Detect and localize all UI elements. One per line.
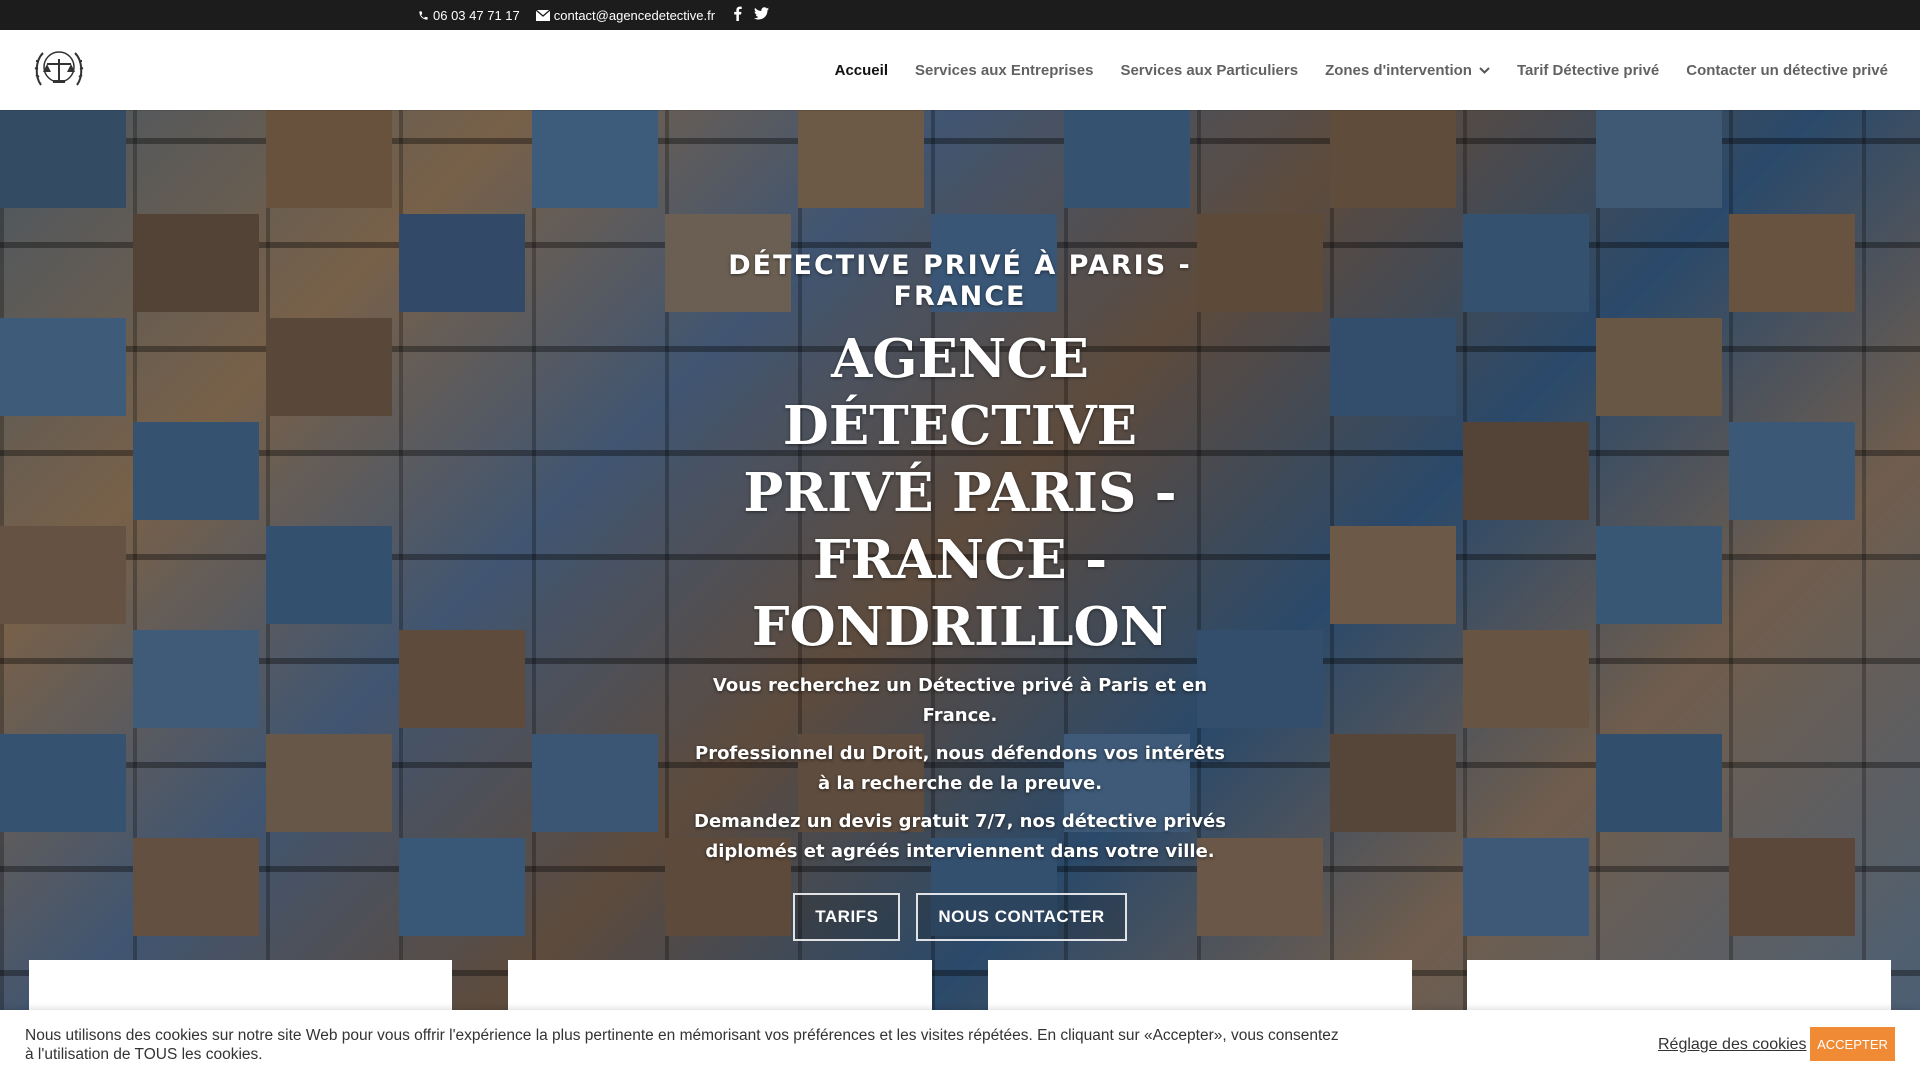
phone-number: 06 03 47 71 17 <box>433 7 520 23</box>
cookie-settings-link[interactable]: Réglage des cookies <box>1658 1036 1807 1054</box>
nav-item-services-entreprises[interactable]: Services aux Entreprises <box>915 62 1093 79</box>
nav-item-zones[interactable]: Zones d'intervention <box>1325 62 1490 79</box>
site-header: Accueil Services aux Entreprises Service… <box>0 30 1920 110</box>
twitter-icon <box>754 7 770 20</box>
hero-subtitle: DÉTECTIVE PRIVÉ À PARIS - FRANCE <box>728 250 1192 312</box>
facebook-link[interactable] <box>733 6 742 24</box>
phone-link[interactable]: 06 03 47 71 17 <box>418 8 520 23</box>
twitter-link[interactable] <box>754 7 770 23</box>
hero-content: DÉTECTIVE PRIVÉ À PARIS - FRANCE AGENCE … <box>690 250 1230 941</box>
hero-description: Vous recherchez un Détective privé à Par… <box>690 671 1230 867</box>
envelope-icon <box>535 9 550 21</box>
nav-item-tarif[interactable]: Tarif Détective privé <box>1517 62 1659 79</box>
site-logo[interactable] <box>33 47 85 93</box>
nav-item-zones-label: Zones d'intervention <box>1325 61 1472 79</box>
scales-of-justice-icon <box>34 51 84 86</box>
cookie-consent-bar: Nous utilisons des cookies sur notre sit… <box>0 1010 1920 1080</box>
nav-item-contact[interactable]: Contacter un détective privé <box>1686 62 1888 79</box>
hero-line-2: Professionnel du Droit, nous défendons v… <box>695 743 1225 794</box>
facebook-icon <box>734 6 742 21</box>
tarifs-button[interactable]: TARIFS <box>793 893 901 941</box>
phone-icon <box>419 10 428 20</box>
email-link[interactable]: contact@agencedetective.fr <box>535 7 716 23</box>
hero-line-1: Vous recherchez un Détective privé à Par… <box>712 675 1208 726</box>
top-bar: 06 03 47 71 17 contact@agencedetective.f… <box>0 0 1920 30</box>
nav-item-services-particuliers[interactable]: Services aux Particuliers <box>1120 62 1298 79</box>
hero-line-3: Demandez un devis gratuit 7/7, nos détec… <box>694 811 1226 862</box>
cookie-accept-button[interactable]: ACCEPTER <box>1810 1027 1895 1061</box>
hero-title: AGENCE DÉTECTIVE PRIVÉ PARIS - FRANCE - … <box>743 328 1177 658</box>
chevron-down-icon <box>1479 66 1490 74</box>
main-nav: Accueil Services aux Entreprises Service… <box>835 30 1888 110</box>
nav-item-accueil[interactable]: Accueil <box>835 62 888 79</box>
email-address: contact@agencedetective.fr <box>553 7 716 23</box>
cookie-message: Nous utilisons des cookies sur notre sit… <box>25 1027 1339 1063</box>
hero-section: DÉTECTIVE PRIVÉ À PARIS - FRANCE AGENCE … <box>0 110 1920 1080</box>
contact-button[interactable]: NOUS CONTACTER <box>916 893 1127 941</box>
